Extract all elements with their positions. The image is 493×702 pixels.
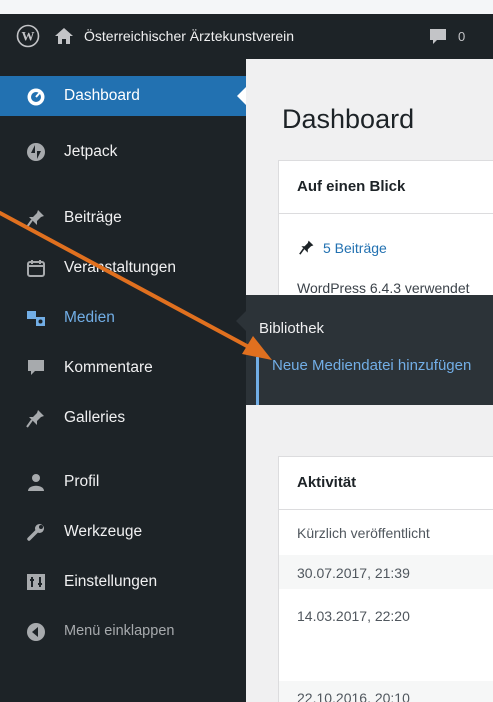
sidebar-item-label: Menü einklappen (64, 623, 175, 639)
browser-top-strip (0, 0, 493, 14)
activity-widget: Aktivität Kürzlich veröffentlicht 30.07.… (278, 456, 493, 702)
recently-published-heading: Kürzlich veröffentlicht (297, 525, 430, 541)
sidebar-item-dashboard[interactable]: Dashboard (0, 76, 246, 116)
sidebar-item-label: Einstellungen (64, 573, 158, 590)
sidebar-item-label: Werkzeuge (64, 523, 143, 540)
user-icon (28, 474, 44, 491)
sidebar-item-galleries[interactable]: Galleries (0, 398, 246, 438)
pin-icon (26, 210, 44, 228)
wrench-icon (27, 524, 44, 541)
pin-icon (26, 410, 44, 428)
dashboard-icon (27, 88, 45, 106)
sidebar-item-werkzeuge[interactable]: Werkzeuge (0, 512, 246, 552)
current-item-pointer (237, 87, 246, 105)
sidebar-item-label: Jetpack (64, 143, 118, 160)
sidebar-item-jetpack[interactable]: Jetpack (0, 132, 246, 172)
wordpress-logo-icon[interactable]: W (16, 24, 40, 48)
collapse-icon (27, 623, 45, 641)
sidebar-item-kommentare[interactable]: Kommentare (0, 348, 246, 388)
sidebar-item-medien[interactable]: Medien (0, 298, 246, 338)
svg-text:W: W (22, 29, 35, 44)
sidebar-item-label: Veranstaltungen (64, 259, 177, 276)
sidebar-item-veranstaltungen[interactable]: Veranstaltungen (0, 248, 246, 288)
activity-date: 22.10.2016, 20:10 (297, 690, 410, 702)
sidebar-item-einstellungen[interactable]: Einstellungen (0, 562, 246, 602)
posts-count-link[interactable]: 5 Beiträge (299, 240, 387, 256)
media-icon (27, 311, 45, 326)
sidebar-item-label: Beiträge (64, 209, 122, 226)
activity-widget-title: Aktivität (297, 474, 357, 491)
jetpack-icon (27, 143, 45, 161)
sidebar-item-label: Dashboard (64, 87, 140, 104)
glance-widget-title: Auf einen Blick (297, 178, 406, 195)
settings-icon (27, 574, 45, 590)
sidebar-item-label: Profil (64, 473, 100, 490)
wp-admin-frame: W Österreichischer Ärztekunstverein 0 Da… (0, 14, 493, 702)
submenu-item-add-new-media[interactable]: Neue Mediendatei hinzufügen (272, 355, 482, 376)
activity-date: 30.07.2017, 21:39 (297, 565, 410, 581)
activity-date: 14.03.2017, 22:20 (297, 608, 410, 624)
submenu-active-bar (256, 357, 259, 405)
sidebar-item-beitraege[interactable]: Beiträge (0, 198, 246, 238)
wordpress-version-text: WordPress 6.4.3 verwendet (297, 280, 470, 296)
admin-bar: W Österreichischer Ärztekunstverein 0 (0, 14, 493, 59)
site-name-link[interactable]: Österreichischer Ärztekunstverein (84, 28, 294, 44)
comment-count[interactable]: 0 (458, 29, 465, 44)
home-icon[interactable] (54, 26, 74, 46)
media-submenu-flyout: Bibliothek Neue Mediendatei hinzufügen (236, 295, 493, 405)
comment-icon (28, 360, 44, 375)
posts-count-label: 5 Beiträge (323, 240, 387, 256)
sidebar-item-label: Kommentare (64, 359, 153, 376)
submenu-item-bibliothek[interactable]: Bibliothek (259, 320, 324, 337)
admin-sidebar-menu: Dashboard Jetpack Beiträge Veranstaltung… (0, 59, 246, 702)
sidebar-collapse-menu[interactable]: Menü einklappen (0, 612, 246, 652)
sidebar-item-profil[interactable]: Profil (0, 462, 246, 502)
page-title: Dashboard (282, 104, 415, 134)
activity-widget-header[interactable]: Aktivität (279, 457, 493, 510)
pin-icon (299, 240, 314, 255)
sidebar-item-label: Medien (64, 309, 115, 326)
glance-widget-header[interactable]: Auf einen Blick (279, 161, 493, 214)
calendar-icon (27, 260, 45, 277)
sidebar-item-label: Galleries (64, 409, 126, 426)
comments-icon[interactable] (428, 28, 448, 46)
